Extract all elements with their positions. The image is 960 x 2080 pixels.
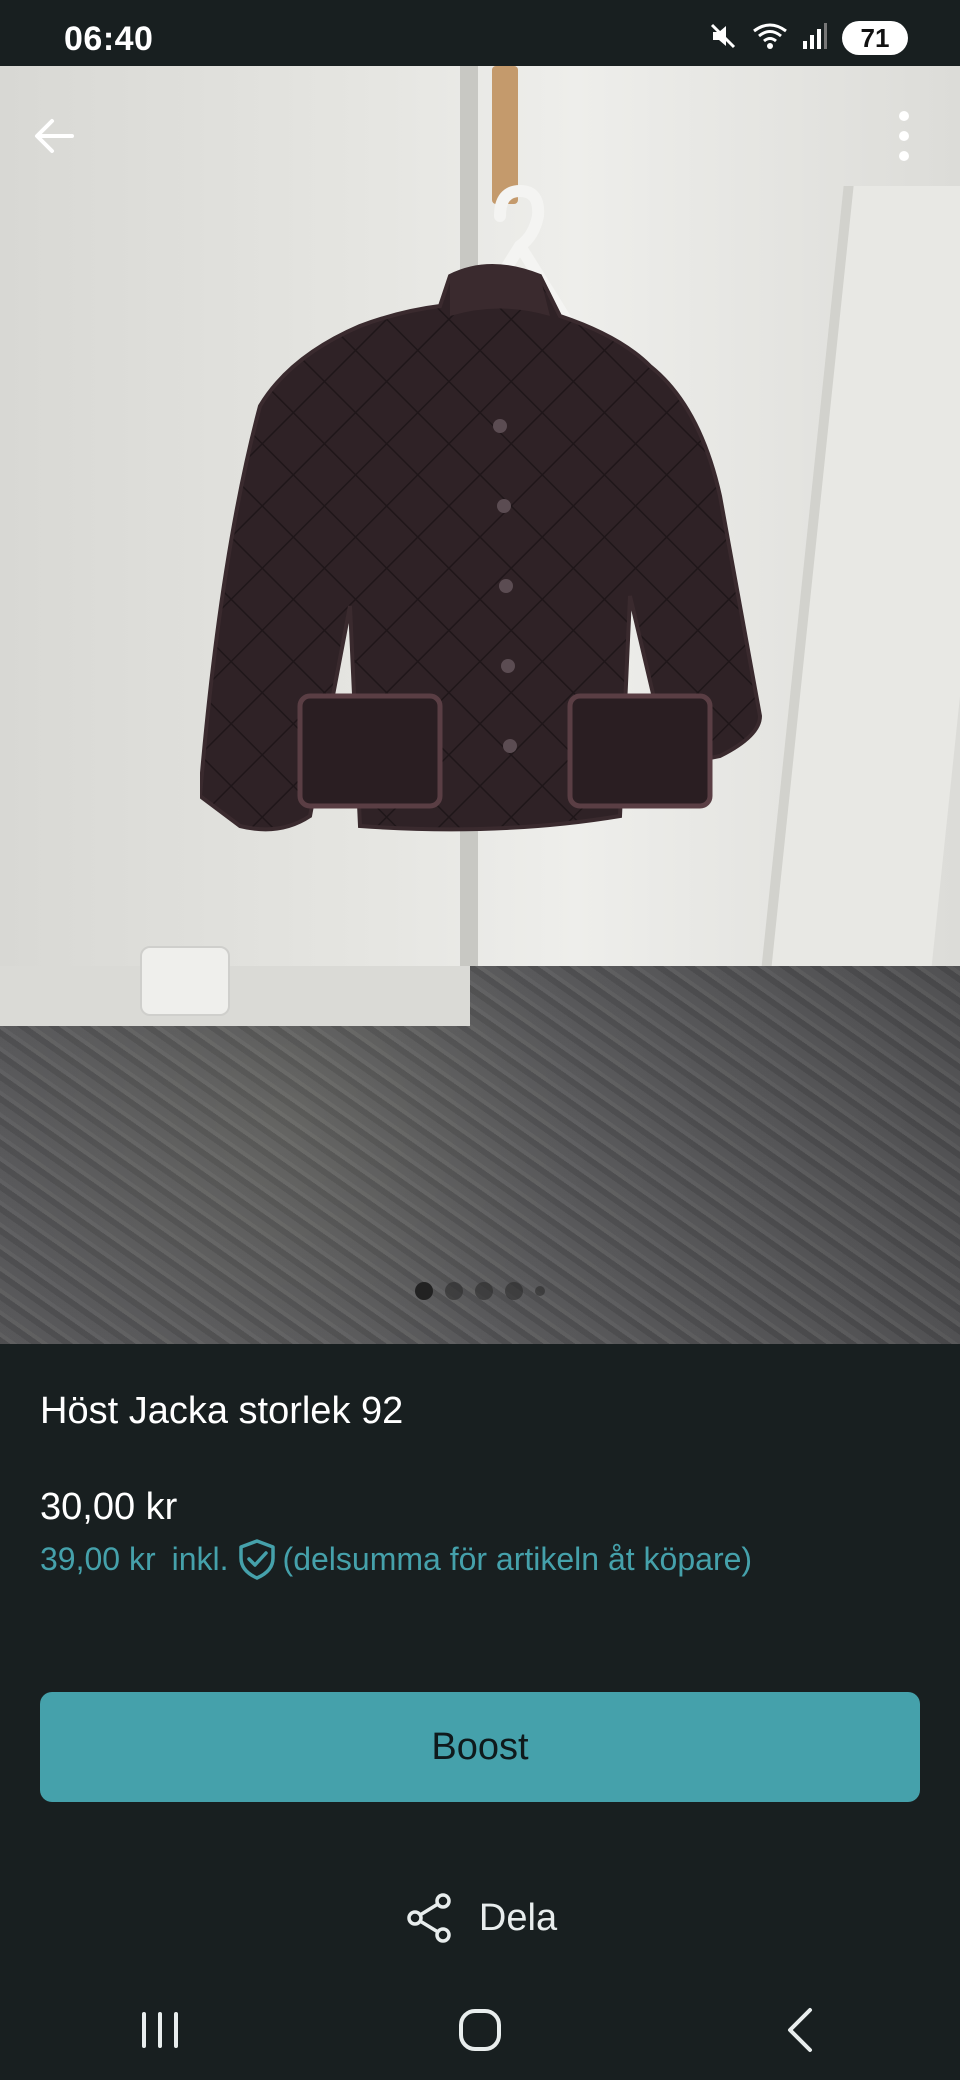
arrow-left-icon [35,119,74,153]
chevron-left-icon [788,2008,812,2052]
price-incl-row[interactable]: 39,00 kr inkl. (delsumma för artikeln åt… [40,1538,752,1580]
battery-icon: 71 [842,21,908,55]
listing-price: 30,00 kr [40,1486,178,1528]
share-button[interactable]: Dela [0,1888,960,1948]
status-icons: 71 [708,18,908,58]
system-nav-bar [0,1980,960,2080]
photo-page-indicator [0,1282,960,1300]
page-dot[interactable] [505,1282,523,1300]
system-back-button[interactable] [740,1990,860,2070]
page-dot[interactable] [415,1282,433,1300]
photo-jacket [200,264,763,832]
share-label: Dela [478,1896,558,1939]
shield-check-icon [238,1539,275,1580]
product-photo[interactable] [0,66,960,1344]
photo-outlet [140,946,230,1016]
more-options-button[interactable] [874,106,934,166]
recents-icon [142,2012,178,2048]
mute-icon [708,21,738,56]
share-icon [407,1893,451,1943]
price-incl-label: inkl. [171,1540,229,1577]
more-vertical-icon [899,111,909,161]
price-incl-note: (delsumma för artikeln åt köpare) [282,1540,753,1577]
page-dot[interactable] [475,1282,493,1300]
home-icon [459,2009,501,2051]
recents-button[interactable] [100,1990,220,2070]
status-time: 06:40 [64,20,154,58]
page-dot[interactable] [445,1282,463,1300]
boost-button[interactable]: Boost [40,1692,920,1802]
page-dot[interactable] [535,1286,545,1296]
status-bar: 06:40 71 [0,0,960,66]
listing-title: Höst Jacka storlek 92 [40,1390,404,1432]
wifi-icon [752,21,788,56]
price-incl-amount: 39,00 kr [40,1540,156,1577]
home-button[interactable] [420,1990,540,2070]
photo-baseboard [0,966,470,1026]
back-button[interactable] [24,106,84,166]
signal-icon [802,21,828,56]
